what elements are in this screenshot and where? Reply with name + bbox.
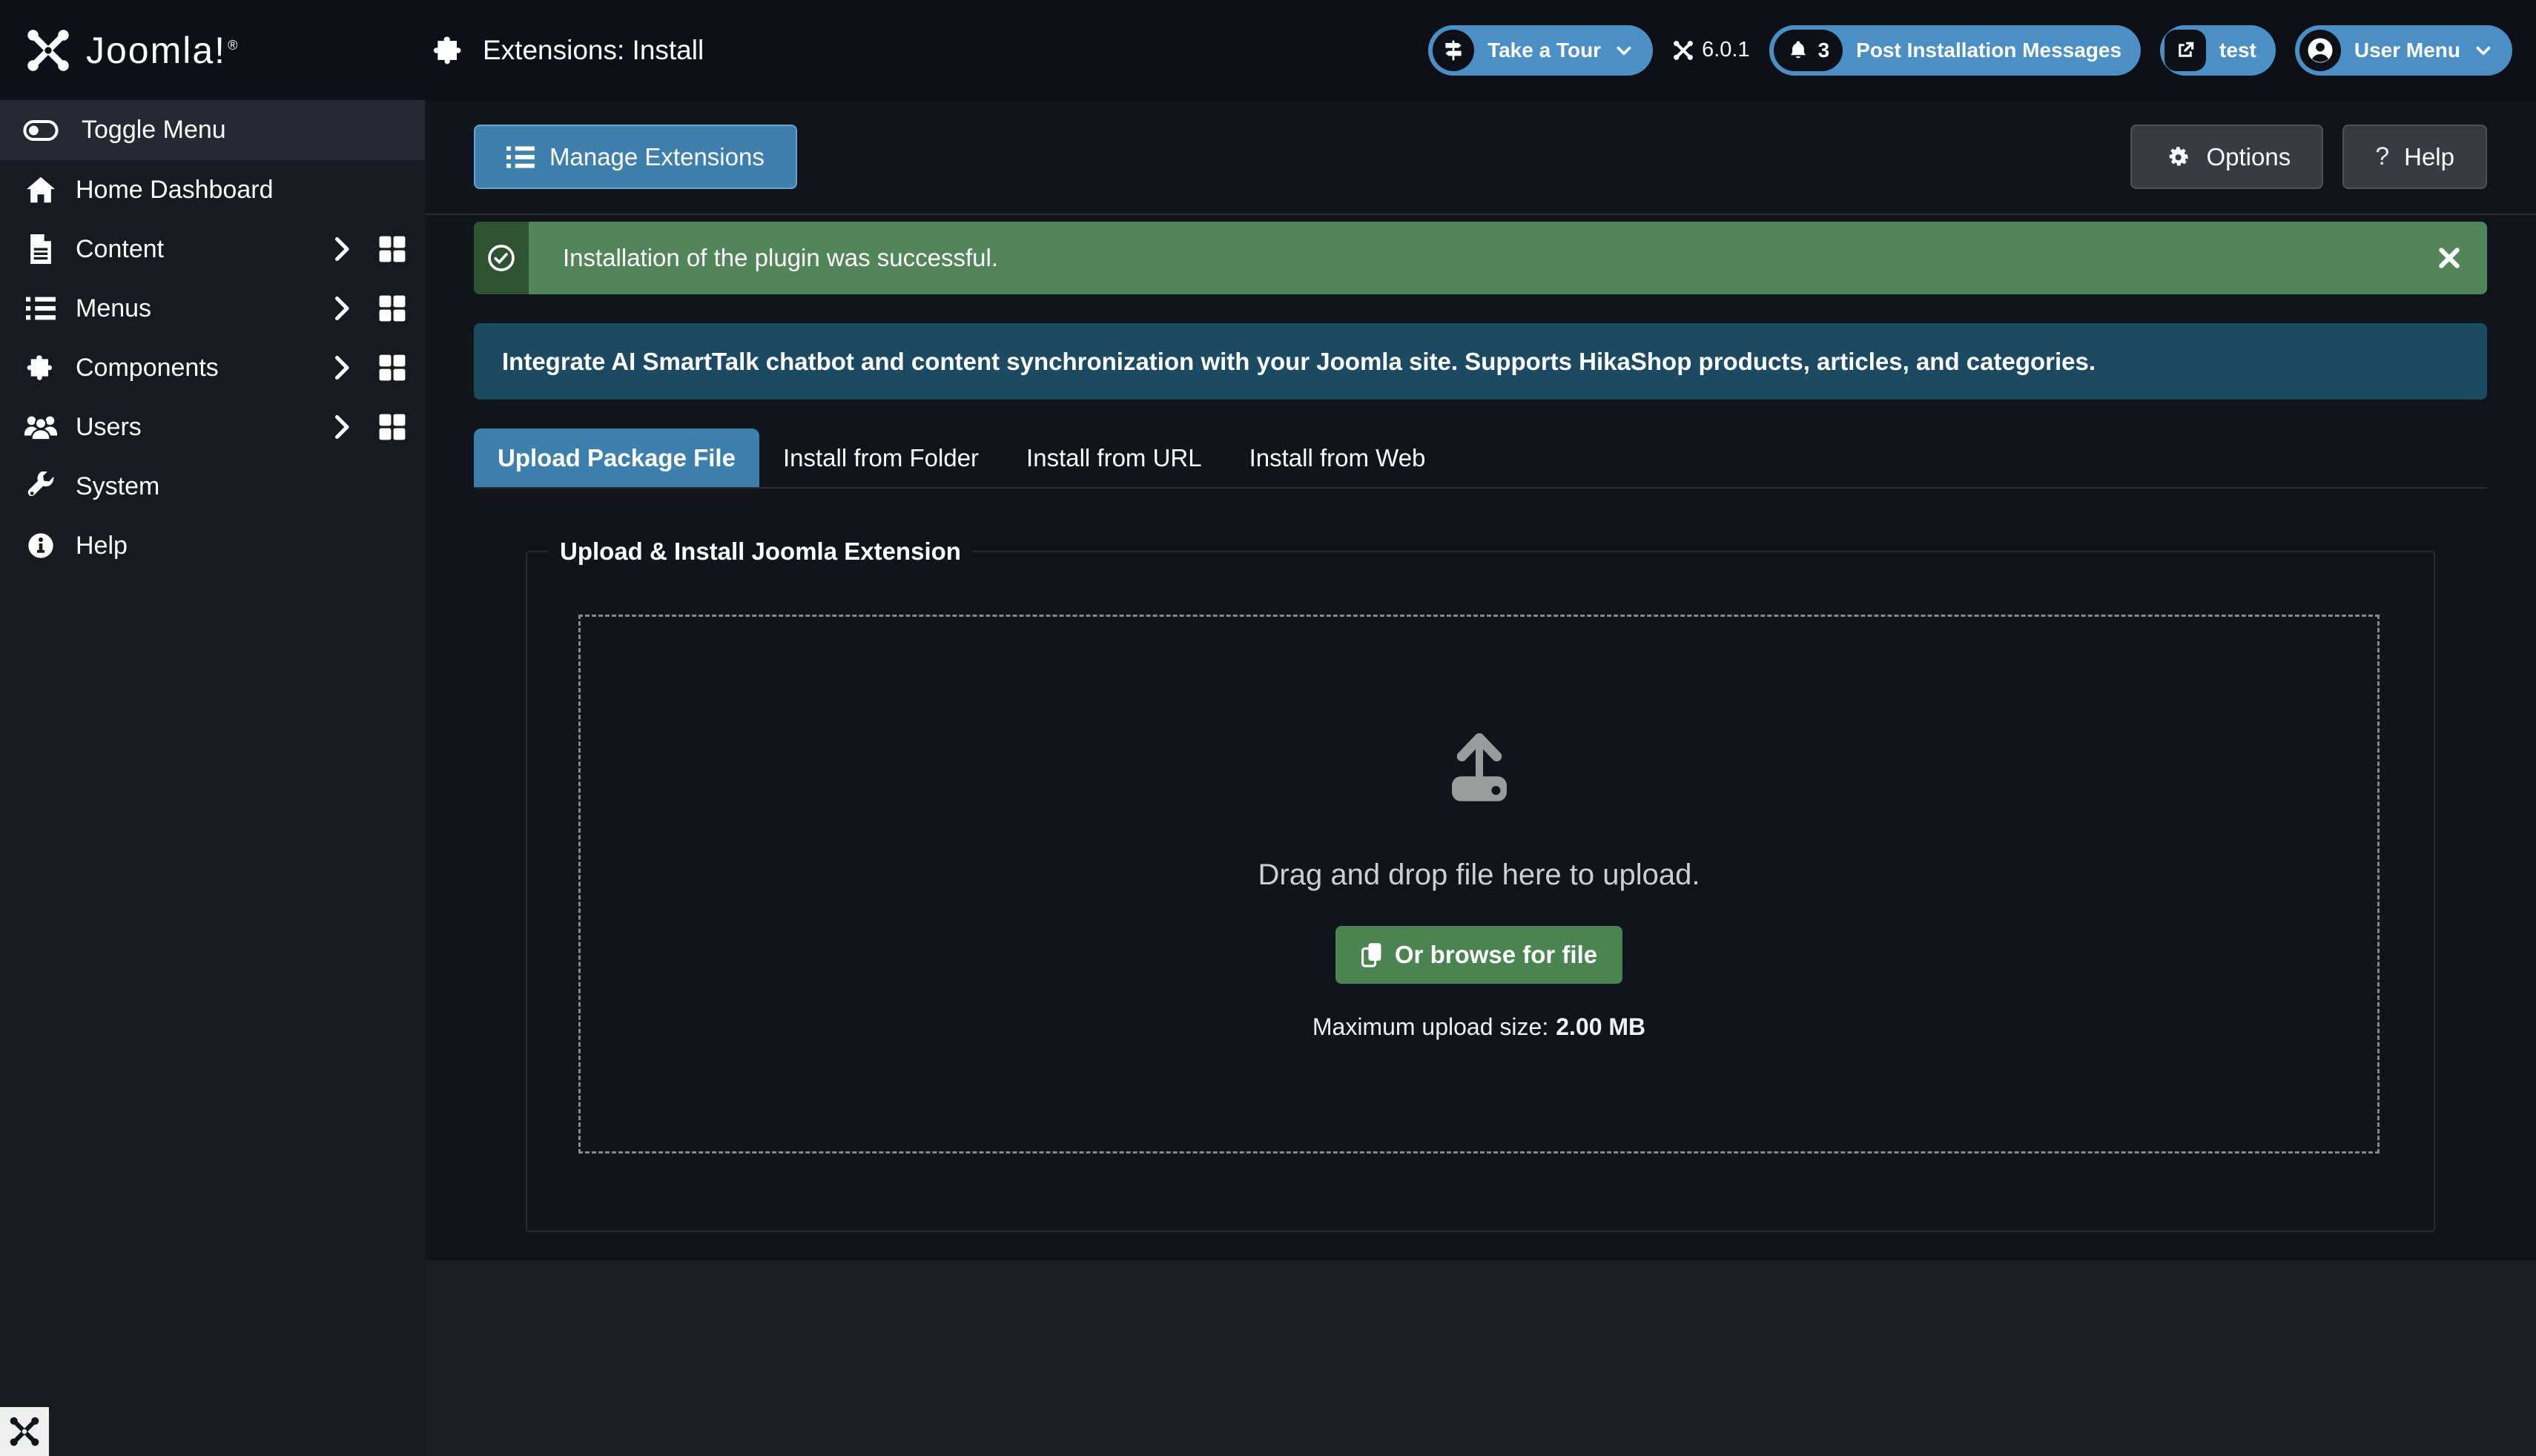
- close-icon[interactable]: [2437, 245, 2462, 271]
- take-a-tour-label: Take a Tour: [1487, 39, 1601, 62]
- post-installation-messages-label: Post Installation Messages: [1856, 39, 2121, 62]
- extension-message-text: Integrate AI SmartTalk chatbot and conte…: [502, 348, 2096, 376]
- sidebar-item-label: Help: [76, 532, 128, 560]
- list-icon: [506, 145, 535, 169]
- sidebar-item-users[interactable]: Users: [0, 397, 425, 457]
- extension-message-bar: Integrate AI SmartTalk chatbot and conte…: [474, 323, 2487, 400]
- messages-count: 3: [1818, 39, 1830, 62]
- joomla-version-icon: [1672, 39, 1694, 62]
- content-region: Installation of the plugin was successfu…: [425, 222, 2536, 1232]
- component-panel: Manage Extensions Options ? Help: [425, 100, 2536, 1260]
- toggle-menu-label: Toggle Menu: [82, 116, 226, 145]
- help-label: Help: [2404, 143, 2454, 171]
- upload-legend: Upload & Install Joomla Extension: [548, 537, 973, 566]
- dashboard-grid-icon[interactable]: [378, 354, 406, 382]
- tab-install-from-url[interactable]: Install from URL: [1003, 428, 1226, 487]
- sidebar-item-label: Home Dashboard: [76, 176, 273, 205]
- manage-extensions-button[interactable]: Manage Extensions: [474, 125, 797, 189]
- sidebar-item-label: System: [76, 472, 159, 501]
- messages-badge: 3: [1774, 30, 1843, 71]
- list-icon: [22, 296, 59, 321]
- upload-icon: [1438, 728, 1521, 808]
- page-heading: Extensions: Install: [432, 16, 704, 85]
- brand-text: Joomla!®: [86, 29, 239, 72]
- chevron-right-icon[interactable]: [332, 354, 353, 381]
- manage-extensions-label: Manage Extensions: [549, 143, 765, 171]
- toggle-menu-button[interactable]: Toggle Menu: [0, 100, 425, 160]
- puzzle-icon: [22, 353, 59, 383]
- version-text: 6.0.1: [1702, 38, 1750, 62]
- chevron-right-icon[interactable]: [332, 236, 353, 262]
- alert-icon-strip: [474, 222, 529, 294]
- bell-icon: [1787, 39, 1809, 62]
- chevron-down-icon: [2474, 41, 2493, 60]
- toolbar: Manage Extensions Options ? Help: [425, 100, 2536, 215]
- info-circle-icon: [22, 531, 59, 560]
- sidebar-nav: Home Dashboard Content: [0, 160, 425, 575]
- puzzle-icon: [432, 34, 465, 67]
- browse-for-file-button[interactable]: Or browse for file: [1335, 926, 1622, 984]
- chevron-right-icon[interactable]: [332, 295, 353, 322]
- chevron-right-icon[interactable]: [332, 414, 353, 440]
- external-link-icon: [2164, 30, 2206, 71]
- tab-install-from-folder[interactable]: Install from Folder: [759, 428, 1003, 487]
- preview-site-button[interactable]: test: [2160, 25, 2276, 76]
- post-installation-messages-button[interactable]: 3 Post Installation Messages: [1769, 25, 2141, 76]
- copy-icon: [1361, 942, 1383, 967]
- joomla-version: 6.0.1: [1672, 38, 1750, 62]
- sidebar-item-content[interactable]: Content: [0, 219, 425, 279]
- joomla-brand: Joomla!®: [0, 26, 425, 75]
- joomla-logo-icon: [24, 26, 73, 75]
- sidebar-item-components[interactable]: Components: [0, 338, 425, 397]
- question-mark-icon: ?: [2375, 142, 2389, 171]
- sidebar-item-menus[interactable]: Menus: [0, 279, 425, 338]
- topbar-actions: Take a Tour 6.0.1: [1428, 25, 2512, 76]
- options-label: Options: [2206, 143, 2291, 171]
- help-button[interactable]: ? Help: [2342, 125, 2487, 189]
- sidebar-item-help[interactable]: Help: [0, 516, 425, 575]
- main-area: Manage Extensions Options ? Help: [425, 100, 2536, 1456]
- toggle-icon: [22, 119, 59, 142]
- preview-site-label: test: [2219, 39, 2256, 62]
- tab-content: Upload & Install Joomla Extension Drag a…: [474, 537, 2487, 1232]
- chevron-down-icon: [1614, 41, 1634, 60]
- signpost-icon: [1433, 30, 1474, 71]
- user-menu-button[interactable]: User Menu: [2295, 25, 2512, 76]
- sidebar-item-label: Content: [76, 235, 164, 264]
- joomla-footer-logo[interactable]: [0, 1407, 49, 1456]
- top-bar: Joomla!® Extensions: Install Take a Tour: [0, 0, 2536, 100]
- sidebar-item-home-dashboard[interactable]: Home Dashboard: [0, 160, 425, 219]
- browse-for-file-label: Or browse for file: [1395, 941, 1597, 969]
- dashboard-grid-icon[interactable]: [378, 413, 406, 441]
- upload-fieldset: Upload & Install Joomla Extension Drag a…: [526, 537, 2435, 1232]
- gear-icon: [2163, 143, 2191, 171]
- users-icon: [22, 414, 59, 440]
- dashboard-grid-icon[interactable]: [378, 294, 406, 322]
- file-dropzone[interactable]: Drag and drop file here to upload. Or br…: [578, 615, 2380, 1154]
- success-alert: Installation of the plugin was successfu…: [474, 222, 2487, 294]
- file-icon: [22, 234, 59, 264]
- sidebar-item-label: Menus: [76, 294, 151, 323]
- alert-message: Installation of the plugin was successfu…: [563, 244, 998, 272]
- max-upload-size: Maximum upload size:2.00 MB: [1312, 1013, 1645, 1041]
- page-title: Extensions: Install: [483, 35, 704, 66]
- tab-upload-package-file[interactable]: Upload Package File: [474, 428, 759, 487]
- wrench-icon: [22, 471, 59, 501]
- take-a-tour-button[interactable]: Take a Tour: [1428, 25, 1653, 76]
- sidebar-item-label: Components: [76, 354, 219, 383]
- install-tabs: Upload Package File Install from Folder …: [474, 428, 2487, 489]
- tab-install-from-web[interactable]: Install from Web: [1226, 428, 1450, 487]
- user-menu-label: User Menu: [2354, 39, 2460, 62]
- home-icon: [22, 176, 59, 204]
- sidebar-item-system[interactable]: System: [0, 457, 425, 516]
- sidebar-item-label: Users: [76, 413, 142, 442]
- drag-drop-text: Drag and drop file here to upload.: [1258, 858, 1700, 892]
- sidebar: Toggle Menu Home Dashboard Content: [0, 100, 425, 1456]
- check-circle-icon: [486, 243, 516, 273]
- options-button[interactable]: Options: [2130, 125, 2323, 189]
- dashboard-grid-icon[interactable]: [378, 235, 406, 263]
- user-circle-icon: [2299, 30, 2341, 71]
